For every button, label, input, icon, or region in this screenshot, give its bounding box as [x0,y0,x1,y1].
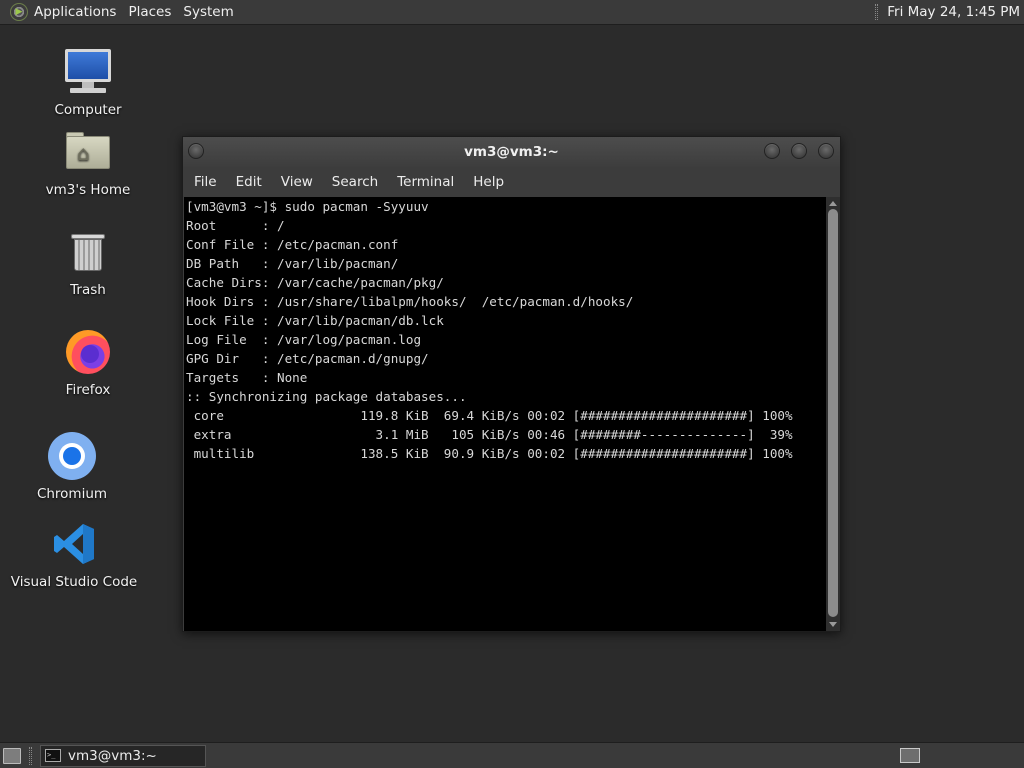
window-title: vm3@vm3:~ [464,144,559,160]
terminal-menubar: File Edit View Search Terminal Help [183,167,840,196]
desktop-icon-label: Trash [70,282,106,298]
desktop-icon-label: vm3's Home [45,182,131,198]
menu-help[interactable]: Help [473,174,504,190]
desktop-icon-computer[interactable]: Computer [18,46,158,118]
terminal-output[interactable]: [vm3@vm3 ~]$ sudo pacman -Syyuuv Root : … [184,197,827,631]
top-panel: ▶ Applications Places System Fri May 24,… [0,0,1024,25]
terminal-line: Hook Dirs : /usr/share/libalpm/hooks/ /e… [186,294,634,309]
chromium-icon [46,430,98,482]
terminal-line: Targets : None [186,370,308,385]
taskbar-button-label: vm3@vm3:~ [68,747,157,764]
menu-system[interactable]: System [183,4,241,20]
manjaro-logo-icon[interactable]: ▶ [10,3,28,21]
trash-icon [62,226,114,278]
desktop-icon-label: Computer [54,102,122,118]
terminal-line: Conf File : /etc/pacman.conf [186,237,399,252]
home-folder-icon: ⌂ [62,126,114,178]
scrollbar-thumb[interactable] [828,209,838,617]
terminal-icon: >_ [45,749,61,762]
menu-search[interactable]: Search [332,174,378,190]
window-titlebar[interactable]: vm3@vm3:~ [183,137,840,167]
terminal-line: Lock File : /var/lib/pacman/db.lck [186,313,444,328]
terminal-line: Cache Dirs: /var/cache/pacman/pkg/ [186,275,444,290]
terminal-line: GPG Dir : /etc/pacman.d/gnupg/ [186,351,429,366]
menu-view[interactable]: View [281,174,313,190]
terminal-line: core 119.8 KiB 69.4 KiB/s 00:02 [#######… [186,408,793,423]
terminal-line: :: Synchronizing package databases... [186,389,467,404]
desktop-icon-vscode[interactable]: Visual Studio Code [4,518,144,590]
terminal-line: DB Path : /var/lib/pacman/ [186,256,399,271]
terminal-line: Root : / [186,218,285,233]
terminal-line: multilib 138.5 KiB 90.9 KiB/s 00:02 [###… [186,446,793,461]
firefox-icon [62,326,114,378]
computer-icon [62,46,114,98]
desktop-icon-label: Visual Studio Code [10,574,138,590]
bottom-panel: >_ vm3@vm3:~ [0,742,1024,768]
desktop-icon-chromium[interactable]: Chromium [2,430,142,502]
desktop-icon-home[interactable]: ⌂ vm3's Home [18,126,158,198]
terminal-line: Log File : /var/log/pacman.log [186,332,422,347]
terminal-scrollbar[interactable] [826,197,840,631]
desktop-icon-label: Chromium [36,486,108,502]
menu-terminal[interactable]: Terminal [397,174,454,190]
workspace-switcher[interactable] [900,748,920,763]
window-menu-button[interactable] [188,143,204,159]
clock[interactable]: Fri May 24, 1:45 PM [887,4,1024,20]
menu-places[interactable]: Places [128,4,179,20]
menu-file[interactable]: File [194,174,217,190]
panel-separator [875,4,879,20]
taskbar-button-terminal[interactable]: >_ vm3@vm3:~ [40,744,206,767]
desktop-icon-firefox[interactable]: Firefox [18,326,158,398]
vscode-icon [48,518,100,570]
terminal-window[interactable]: vm3@vm3:~ File Edit View Search Terminal… [182,136,841,632]
show-desktop-icon[interactable] [3,747,21,764]
close-button[interactable] [818,143,834,159]
scroll-down-arrow-icon[interactable] [829,622,837,627]
maximize-button[interactable] [791,143,807,159]
desktop-icon-trash[interactable]: Trash [18,226,158,298]
menu-edit[interactable]: Edit [236,174,262,190]
menu-applications[interactable]: Applications [34,4,124,20]
minimize-button[interactable] [764,143,780,159]
scroll-up-arrow-icon[interactable] [829,201,837,206]
desktop-icon-label: Firefox [65,382,111,398]
terminal-line: extra 3.1 MiB 105 KiB/s 00:46 [########-… [186,427,793,442]
terminal-line: [vm3@vm3 ~]$ sudo pacman -Syyuuv [186,199,429,214]
panel-separator [29,746,32,765]
